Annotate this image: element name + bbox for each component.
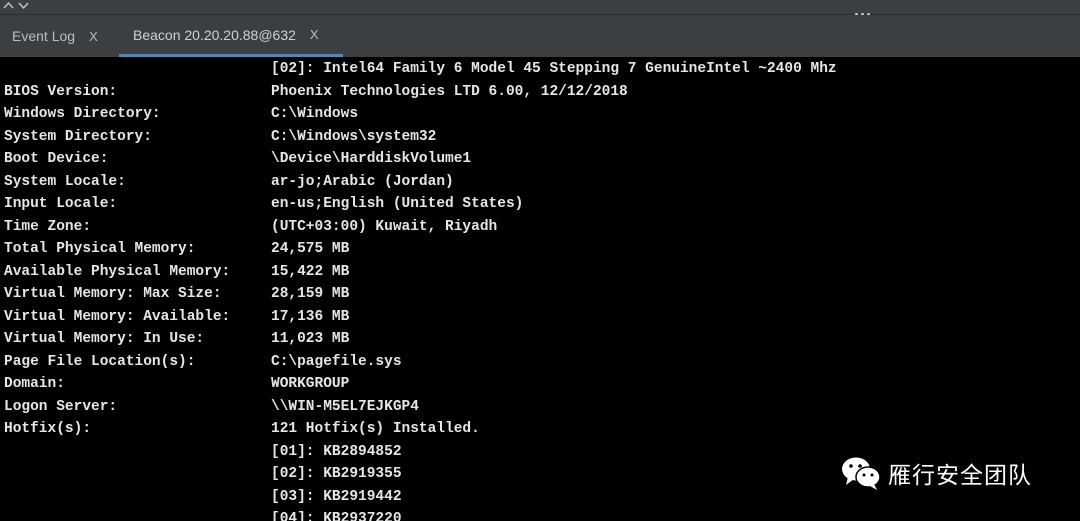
console-value: C:\Windows	[271, 106, 359, 122]
console-key: Virtual Memory: Max Size:	[4, 286, 222, 302]
chevron-up-icon[interactable]	[3, 1, 14, 9]
console-value: 11,023 MB	[271, 331, 350, 347]
console-value: (UTC+03:00) Kuwait, Riyadh	[271, 218, 498, 235]
console-output[interactable]: [02]: Intel64 Family 6 Model 45 Stepping…	[0, 57, 1080, 521]
close-icon[interactable]: X	[89, 29, 98, 44]
console-key: Total Physical Memory:	[4, 241, 196, 257]
console-value: \Device\HarddiskVolume1	[271, 151, 472, 167]
console-value: 15,422 MB	[271, 263, 350, 280]
console-key: Virtual Memory: In Use:	[4, 331, 205, 347]
chevron-down-icon[interactable]	[18, 2, 29, 10]
console-key: Available Physical Memory:	[4, 263, 231, 280]
console-key: Page File Location(s):	[4, 353, 196, 370]
console-value: 121 Hotfix(s) Installed.	[271, 421, 480, 437]
console-value: C:\pagefile.sys	[271, 353, 402, 370]
tab-beacon[interactable]: Beacon 20.20.20.88@632 X	[119, 15, 343, 57]
console-value: [02]: Intel64 Family 6 Model 45 Stepping…	[271, 61, 837, 77]
tab-label: Beacon 20.20.20.88@632	[133, 26, 296, 43]
console-value: 28,159 MB	[271, 286, 350, 302]
console-key: System Directory:	[4, 128, 152, 145]
tab-event-log[interactable]: Event Log X	[12, 15, 98, 57]
console-key: Time Zone:	[4, 218, 92, 235]
close-icon[interactable]: X	[310, 27, 319, 42]
wechat-icon	[842, 457, 881, 490]
console-value: en-us;English (United States)	[271, 196, 524, 212]
console-value: Phoenix Technologies LTD 6.00, 12/12/201…	[271, 83, 628, 100]
console-value: [02]: KB2919355	[271, 466, 402, 482]
console-value: [04]: KB2937220	[271, 511, 402, 521]
console-value: [01]: KB2894852	[271, 443, 402, 460]
console-value: WORKGROUP	[271, 376, 350, 392]
console-value: 17,136 MB	[271, 308, 350, 325]
console-value: C:\Windows\system32	[271, 128, 437, 145]
console-value: ar-jo;Arabic (Jordan)	[271, 173, 454, 190]
console-key: Domain:	[4, 376, 65, 392]
watermark: 雁行安全团队	[840, 455, 1032, 491]
console-key: Logon Server:	[4, 398, 118, 415]
console-value: [03]: KB2919442	[271, 488, 402, 505]
tab-bar: Event Log X Beacon 20.20.20.88@632 X	[0, 15, 1080, 58]
window-top-bar	[0, 0, 1080, 16]
console-key: System Locale:	[4, 173, 126, 190]
console-value: \\WIN-M5EL7EJKGP4	[271, 398, 419, 415]
watermark-text: 雁行安全团队	[888, 463, 1032, 489]
console-value: 24,575 MB	[271, 241, 350, 257]
console-key: BIOS Version:	[4, 83, 118, 100]
tab-label: Event Log	[12, 28, 76, 44]
console-key: Boot Device:	[4, 151, 109, 167]
console-key: Hotfix(s):	[4, 421, 92, 437]
console-key: Windows Directory:	[4, 106, 161, 122]
console-key: Virtual Memory: Available:	[4, 308, 231, 325]
console-key: Input Locale:	[4, 196, 118, 212]
